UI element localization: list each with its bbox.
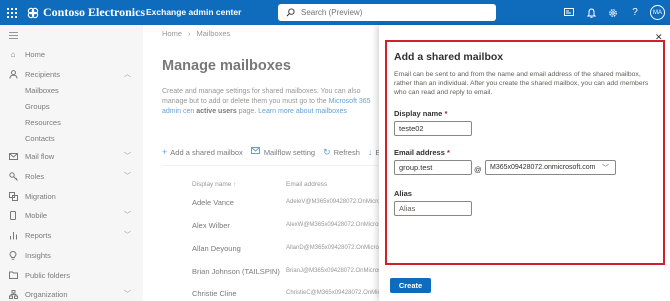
- create-button[interactable]: Create: [390, 278, 431, 293]
- chevron-down-icon: ﹀: [602, 165, 609, 172]
- avatar[interactable]: MA: [650, 5, 665, 20]
- panel-title: Add a shared mailbox: [394, 51, 504, 63]
- search-icon: [286, 8, 295, 17]
- app-launcher-icon[interactable]: [7, 7, 19, 19]
- app-name[interactable]: Exchange admin center: [146, 7, 241, 17]
- display-name-label: Display name *: [394, 109, 447, 118]
- alias-label: Alias: [394, 189, 412, 198]
- domain-selected-value: M365x09428072.onmicrosoft.com: [490, 164, 596, 171]
- domain-dropdown[interactable]: M365x09428072.onmicrosoft.com ﹀: [485, 160, 616, 175]
- bell-icon[interactable]: [580, 0, 602, 25]
- panel-description: Email can be sent to and from the name a…: [394, 71, 649, 96]
- email-address-field[interactable]: [394, 160, 472, 175]
- required-marker: *: [446, 148, 450, 157]
- help-icon[interactable]: ?: [624, 0, 646, 25]
- email-address-label: Email address *: [394, 148, 450, 157]
- gear-icon[interactable]: [602, 0, 624, 25]
- add-shared-mailbox-panel: ✕ Add a shared mailbox Email can be sent…: [379, 25, 670, 301]
- brand-name[interactable]: Contoso Electronics: [43, 5, 145, 20]
- search-box[interactable]: [278, 4, 496, 21]
- field-label-text: Email address: [394, 148, 445, 157]
- alias-field[interactable]: [394, 201, 472, 216]
- required-marker: *: [444, 109, 448, 118]
- display-name-field[interactable]: [394, 121, 472, 136]
- at-sign: @: [474, 165, 482, 174]
- search-input[interactable]: [301, 8, 481, 17]
- screen-share-icon[interactable]: [558, 0, 580, 25]
- modal-overlay[interactable]: [0, 25, 379, 301]
- top-bar: Contoso Electronics Exchange admin cente…: [0, 0, 670, 25]
- field-label-text: Display name: [394, 109, 443, 118]
- contoso-logo-icon: [27, 7, 39, 19]
